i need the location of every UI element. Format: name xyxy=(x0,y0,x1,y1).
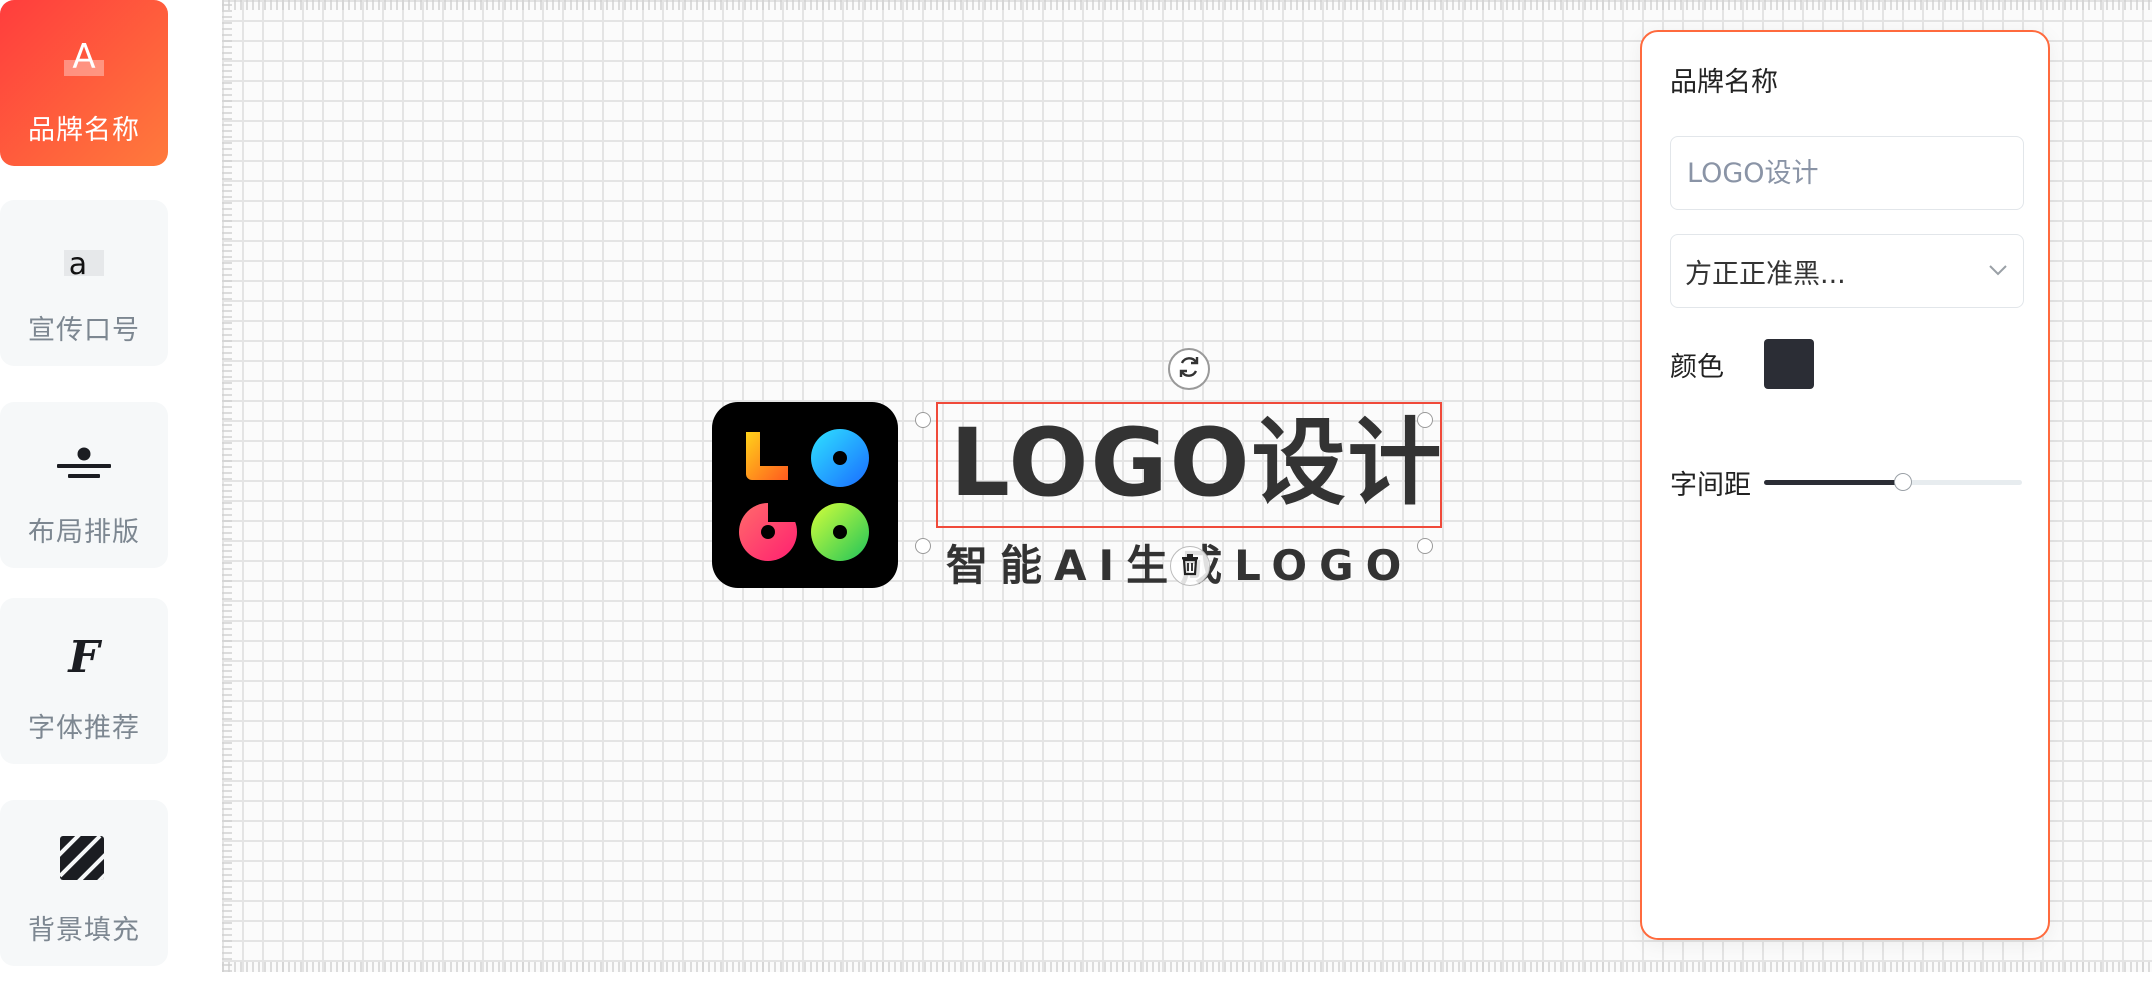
trash-icon xyxy=(1179,552,1201,580)
tool-background-fill[interactable]: 背景填充 xyxy=(0,800,168,966)
slider-fill xyxy=(1764,480,1904,485)
layout-icon xyxy=(54,432,114,492)
resize-handle-top-right[interactable] xyxy=(1417,412,1433,428)
canvas-ruler-left xyxy=(222,0,232,972)
tool-brand-name-label: 品牌名称 xyxy=(28,115,140,146)
background-fill-icon xyxy=(54,830,114,890)
canvas-ruler-bottom xyxy=(222,962,2152,972)
color-swatch[interactable] xyxy=(1764,339,1814,389)
color-row: 颜色 xyxy=(1670,338,1814,390)
svg-text:A: A xyxy=(72,37,95,77)
panel-title: 品牌名称 xyxy=(1670,67,1778,98)
tool-layout[interactable]: 布局排版 xyxy=(0,402,168,568)
slogan-icon: a xyxy=(54,230,114,290)
letter-spacing-row: 字间距 xyxy=(1670,460,2022,504)
tool-slogan-label: 宣传口号 xyxy=(28,315,140,346)
resize-handle-bottom-right[interactable] xyxy=(1417,538,1433,554)
resize-handle-bottom-left[interactable] xyxy=(915,538,931,554)
delete-button[interactable] xyxy=(1170,546,1210,586)
tool-background-fill-label: 背景填充 xyxy=(28,915,140,946)
color-label: 颜色 xyxy=(1670,351,1724,383)
font-select-value: 方正正准黑... xyxy=(1685,258,1846,290)
property-panel: 品牌名称 方正正准黑... 颜色 字间距 xyxy=(1640,30,2050,940)
tool-brand-name[interactable]: A 品牌名称 xyxy=(0,0,168,166)
logo-mark[interactable] xyxy=(712,402,898,588)
tool-slogan[interactable]: a 宣传口号 xyxy=(0,200,168,366)
brand-name-input[interactable] xyxy=(1670,136,2024,210)
tool-layout-label: 布局排版 xyxy=(28,517,140,548)
rotate-button[interactable] xyxy=(1168,348,1210,390)
svg-text:F: F xyxy=(66,632,102,683)
canvas-ruler-top xyxy=(222,0,2152,10)
svg-text:a: a xyxy=(69,247,87,282)
resize-handle-top-left[interactable] xyxy=(915,412,931,428)
font-recommend-icon: F xyxy=(54,628,114,688)
rotate-icon xyxy=(1176,354,1202,384)
tool-sidebar: A 品牌名称 a 宣传口号 布局排版 F 字体推荐 背景填充 xyxy=(0,0,168,986)
selection-box xyxy=(936,402,1442,528)
font-select[interactable]: 方正正准黑... xyxy=(1670,234,2024,308)
letter-spacing-slider[interactable] xyxy=(1764,471,2022,493)
brand-name-icon: A xyxy=(54,30,114,90)
slider-knob[interactable] xyxy=(1894,473,1913,491)
tool-font-recommend-label: 字体推荐 xyxy=(28,713,140,744)
tool-font-recommend[interactable]: F 字体推荐 xyxy=(0,598,168,764)
chevron-down-icon xyxy=(1987,262,2009,281)
letter-spacing-label: 字间距 xyxy=(1670,469,1751,501)
